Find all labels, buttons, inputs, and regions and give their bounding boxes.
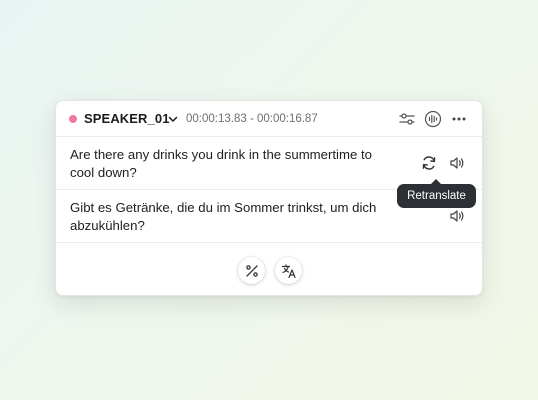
speaker-name[interactable]: SPEAKER_01	[84, 111, 170, 127]
segment-header: SPEAKER_01 00:00:13.83 - 00:00:16.87	[56, 101, 482, 137]
speaker-color-dot	[69, 115, 77, 123]
tooltip-label: Retranslate	[407, 190, 466, 202]
segment-time-range: 00:00:13.83 - 00:00:16.87	[186, 113, 318, 125]
percent-icon	[244, 263, 260, 279]
retranslate-tooltip: Retranslate	[397, 179, 476, 208]
translate-icon	[281, 263, 297, 279]
speaker-volume-icon[interactable]	[447, 206, 467, 226]
source-text-row: Are there any drinks you drink in the su…	[56, 137, 482, 190]
speaker-volume-icon[interactable]	[447, 153, 467, 173]
sliders-icon[interactable]	[397, 109, 417, 129]
waveform-icon[interactable]	[423, 109, 443, 129]
chevron-down-icon[interactable]	[166, 112, 180, 126]
more-icon[interactable]	[449, 109, 469, 129]
retranslate-icon[interactable]	[419, 153, 439, 173]
tooltip-arrow	[431, 179, 441, 184]
source-text[interactable]: Are there any drinks you drink in the su…	[70, 146, 390, 182]
percent-button[interactable]	[238, 257, 265, 284]
translated-text[interactable]: Gibt es Getränke, die du im Sommer trink…	[70, 199, 390, 235]
translate-button[interactable]	[275, 257, 302, 284]
